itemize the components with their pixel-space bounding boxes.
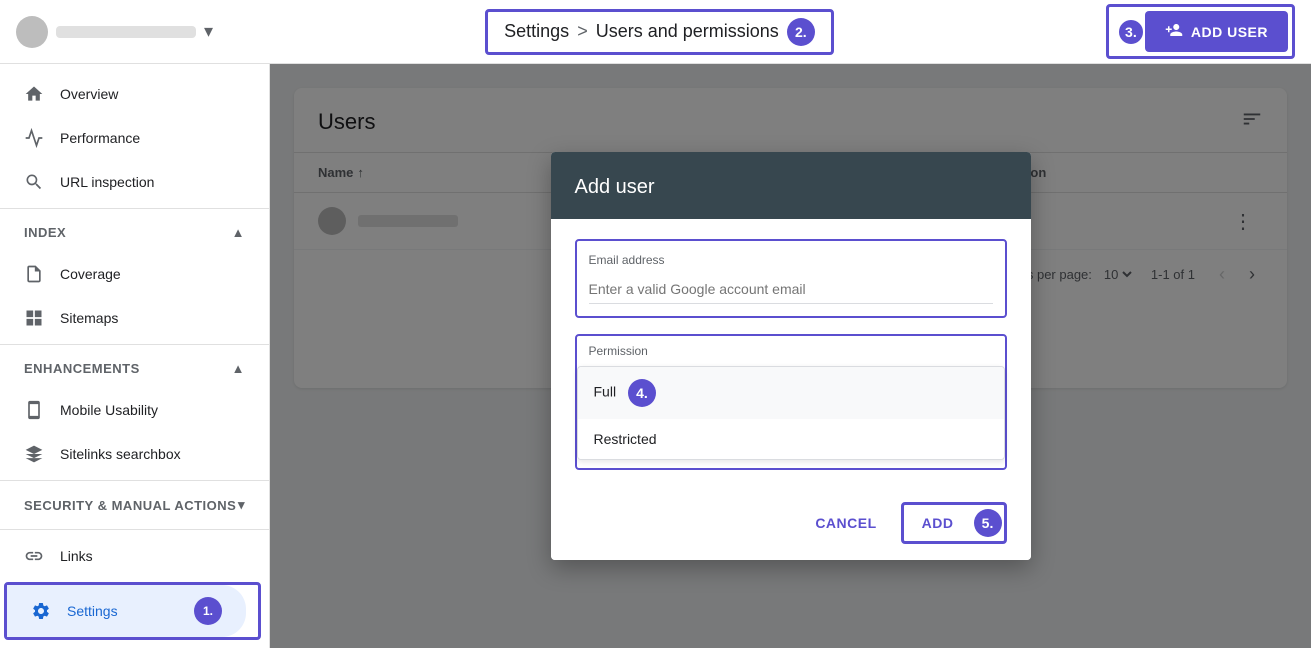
sidebar-item-performance[interactable]: Performance — [0, 116, 257, 160]
index-section-label: Index — [24, 225, 66, 240]
permission-option-full[interactable]: Full 4. — [578, 367, 1004, 419]
add-button-wrap: ADD 5. — [901, 502, 1007, 544]
sidebar-divider-2 — [0, 344, 269, 345]
permission-label: Permission — [577, 344, 1005, 366]
badge-1: 1. — [194, 597, 222, 625]
dialog-body: Email address Permission Full 4. — [551, 219, 1031, 490]
dialog-footer: CANCEL ADD 5. — [551, 490, 1031, 560]
link-icon — [24, 546, 44, 566]
sidebar-divider-4 — [0, 529, 269, 530]
email-field-wrapper: Email address — [575, 239, 1007, 318]
sidebar-label-settings: Settings — [67, 603, 118, 619]
sidebar-label-performance: Performance — [60, 130, 140, 146]
sidebar-label-mobile-usability: Mobile Usability — [60, 402, 158, 418]
add-user-area: 3. ADD USER — [1106, 4, 1295, 59]
sidebar-divider-3 — [0, 480, 269, 481]
modal-overlay: Add user Email address Permission Ful — [270, 64, 1311, 648]
add-user-label: ADD USER — [1191, 24, 1268, 40]
badge-3: 3. — [1117, 18, 1145, 46]
sidebar-label-sitemaps: Sitemaps — [60, 310, 118, 326]
breadcrumb: Settings > Users and permissions 2. — [485, 9, 834, 55]
permission-field-wrapper: Permission Full 4. Restricted — [575, 334, 1007, 470]
index-collapse-icon: ▲ — [232, 225, 245, 240]
site-name — [56, 26, 196, 38]
security-collapse-icon: ▾ — [238, 497, 245, 513]
page-area: Users Name ↑ Email Permission — [270, 64, 1311, 648]
sidebar-label-links: Links — [60, 548, 93, 564]
breadcrumb-settings: Settings — [504, 21, 569, 42]
sidebar-label-coverage: Coverage — [60, 266, 121, 282]
sidebar-item-sitemaps[interactable]: Sitemaps — [0, 296, 257, 340]
add-user-person-icon — [1165, 21, 1183, 42]
site-dropdown-icon[interactable]: ▾ — [204, 21, 213, 42]
sidebar-label-url-inspection: URL inspection — [60, 174, 154, 190]
sidebar-item-links[interactable]: Links — [0, 534, 257, 578]
grid-icon — [24, 308, 44, 328]
file-icon — [24, 264, 44, 284]
add-user-dialog: Add user Email address Permission Ful — [551, 152, 1031, 560]
sidebar: Overview Performance URL inspection Inde… — [0, 64, 270, 648]
add-button[interactable]: ADD — [906, 507, 970, 539]
sidebar-item-sitelinks-searchbox[interactable]: Sitelinks searchbox — [0, 432, 257, 476]
sidebar-label-overview: Overview — [60, 86, 118, 102]
top-bar-left: ▾ — [16, 16, 213, 48]
security-section-label: Security & Manual Actions — [24, 498, 236, 513]
sidebar-item-mobile-usability[interactable]: Mobile Usability — [0, 388, 257, 432]
index-section-header[interactable]: Index ▲ — [0, 213, 269, 252]
add-user-button[interactable]: ADD USER — [1145, 11, 1288, 52]
badge-4: 4. — [628, 379, 656, 407]
enhancements-section-label: Enhancements — [24, 361, 140, 376]
email-label: Email address — [589, 253, 993, 267]
chart-icon — [24, 128, 44, 148]
enhancements-section-header[interactable]: Enhancements ▲ — [0, 349, 269, 388]
sidebar-item-coverage[interactable]: Coverage — [0, 252, 257, 296]
dialog-header: Add user — [551, 152, 1031, 219]
avatar — [16, 16, 48, 48]
sidebar-item-settings[interactable]: Settings 1. — [7, 585, 246, 637]
permission-restricted-label: Restricted — [594, 431, 657, 447]
enhancements-collapse-icon: ▲ — [232, 361, 245, 376]
dialog-title: Add user — [575, 176, 655, 198]
settings-highlight-box: Settings 1. — [4, 582, 261, 640]
breadcrumb-separator: > — [577, 21, 588, 42]
sidebar-item-overview[interactable]: Overview — [0, 72, 257, 116]
sidebar-item-url-inspection[interactable]: URL inspection — [0, 160, 257, 204]
cancel-button[interactable]: CANCEL — [799, 507, 892, 539]
sidebar-divider-1 — [0, 208, 269, 209]
breadcrumb-current: Users and permissions — [596, 21, 779, 42]
mobile-icon — [24, 400, 44, 420]
email-input[interactable] — [589, 275, 993, 304]
sidebar-label-sitelinks-searchbox: Sitelinks searchbox — [60, 446, 181, 462]
gear-icon — [31, 601, 51, 621]
badge-5: 5. — [974, 509, 1002, 537]
top-bar: ▾ Settings > Users and permissions 2. 3.… — [0, 0, 1311, 64]
diamond-icon — [24, 444, 44, 464]
home-icon — [24, 84, 44, 104]
permission-dropdown: Full 4. Restricted — [577, 366, 1005, 460]
search-icon — [24, 172, 44, 192]
security-section-header[interactable]: Security & Manual Actions ▾ — [0, 485, 269, 525]
main-content: Overview Performance URL inspection Inde… — [0, 64, 1311, 648]
permission-full-label: Full — [594, 384, 617, 400]
permission-option-restricted[interactable]: Restricted — [578, 419, 1004, 459]
badge-2: 2. — [787, 18, 815, 46]
